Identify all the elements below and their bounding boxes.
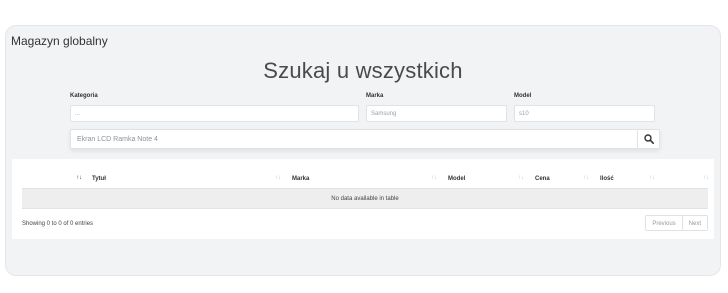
brand-input[interactable]: Samsung — [366, 105, 507, 122]
sort-icon[interactable]: ↑↓ — [583, 175, 589, 181]
model-label: Model — [514, 93, 532, 99]
card-title: Magazyn globalny — [11, 34, 108, 48]
global-warehouse-card: Magazyn globalny Szukaj u wszystkich Kat… — [6, 26, 720, 275]
category-label: Kategoria — [70, 93, 98, 99]
results-table-panel: ↑↓ Tytuł ↑↓ Marka ↑↓ Model ↑↓ Cena ↑↓ Il… — [12, 159, 714, 239]
column-header-brand[interactable]: Marka — [292, 176, 309, 182]
search-placeholder: Ekran LCD Ramka Note 4 — [77, 136, 158, 143]
column-header-model[interactable]: Model — [448, 176, 465, 182]
category-select[interactable]: ... — [70, 105, 359, 122]
sort-icon[interactable]: ↑↓ — [703, 175, 709, 181]
search-headline: Szukaj u wszystkich — [263, 58, 463, 83]
search-input[interactable]: Ekran LCD Ramka Note 4 — [70, 129, 660, 149]
previous-button[interactable]: Previous — [646, 216, 682, 230]
search-icon — [643, 134, 654, 144]
column-header-title[interactable]: Tytuł — [92, 176, 106, 182]
pagination: Previous Next — [645, 215, 708, 231]
sort-icon[interactable]: ↑↓ — [649, 175, 655, 181]
column-header-price[interactable]: Cena — [535, 176, 550, 182]
model-input[interactable]: s10 — [514, 105, 655, 122]
empty-table-message: No data available in table — [22, 189, 708, 209]
column-header-quantity[interactable]: Ilość — [600, 176, 614, 182]
sort-icon[interactable]: ↑↓ — [518, 175, 524, 181]
sort-icon[interactable]: ↑↓ — [76, 175, 82, 181]
table-info: Showing 0 to 0 of 0 entries — [22, 221, 94, 227]
table-header: ↑↓ Tytuł ↑↓ Marka ↑↓ Model ↑↓ Cena ↑↓ Il… — [22, 171, 709, 189]
next-button[interactable]: Next — [681, 216, 707, 230]
sort-icon[interactable]: ↑↓ — [431, 175, 437, 181]
brand-label: Marka — [366, 93, 384, 99]
search-button[interactable] — [637, 130, 659, 148]
sort-icon[interactable]: ↑↓ — [275, 175, 281, 181]
